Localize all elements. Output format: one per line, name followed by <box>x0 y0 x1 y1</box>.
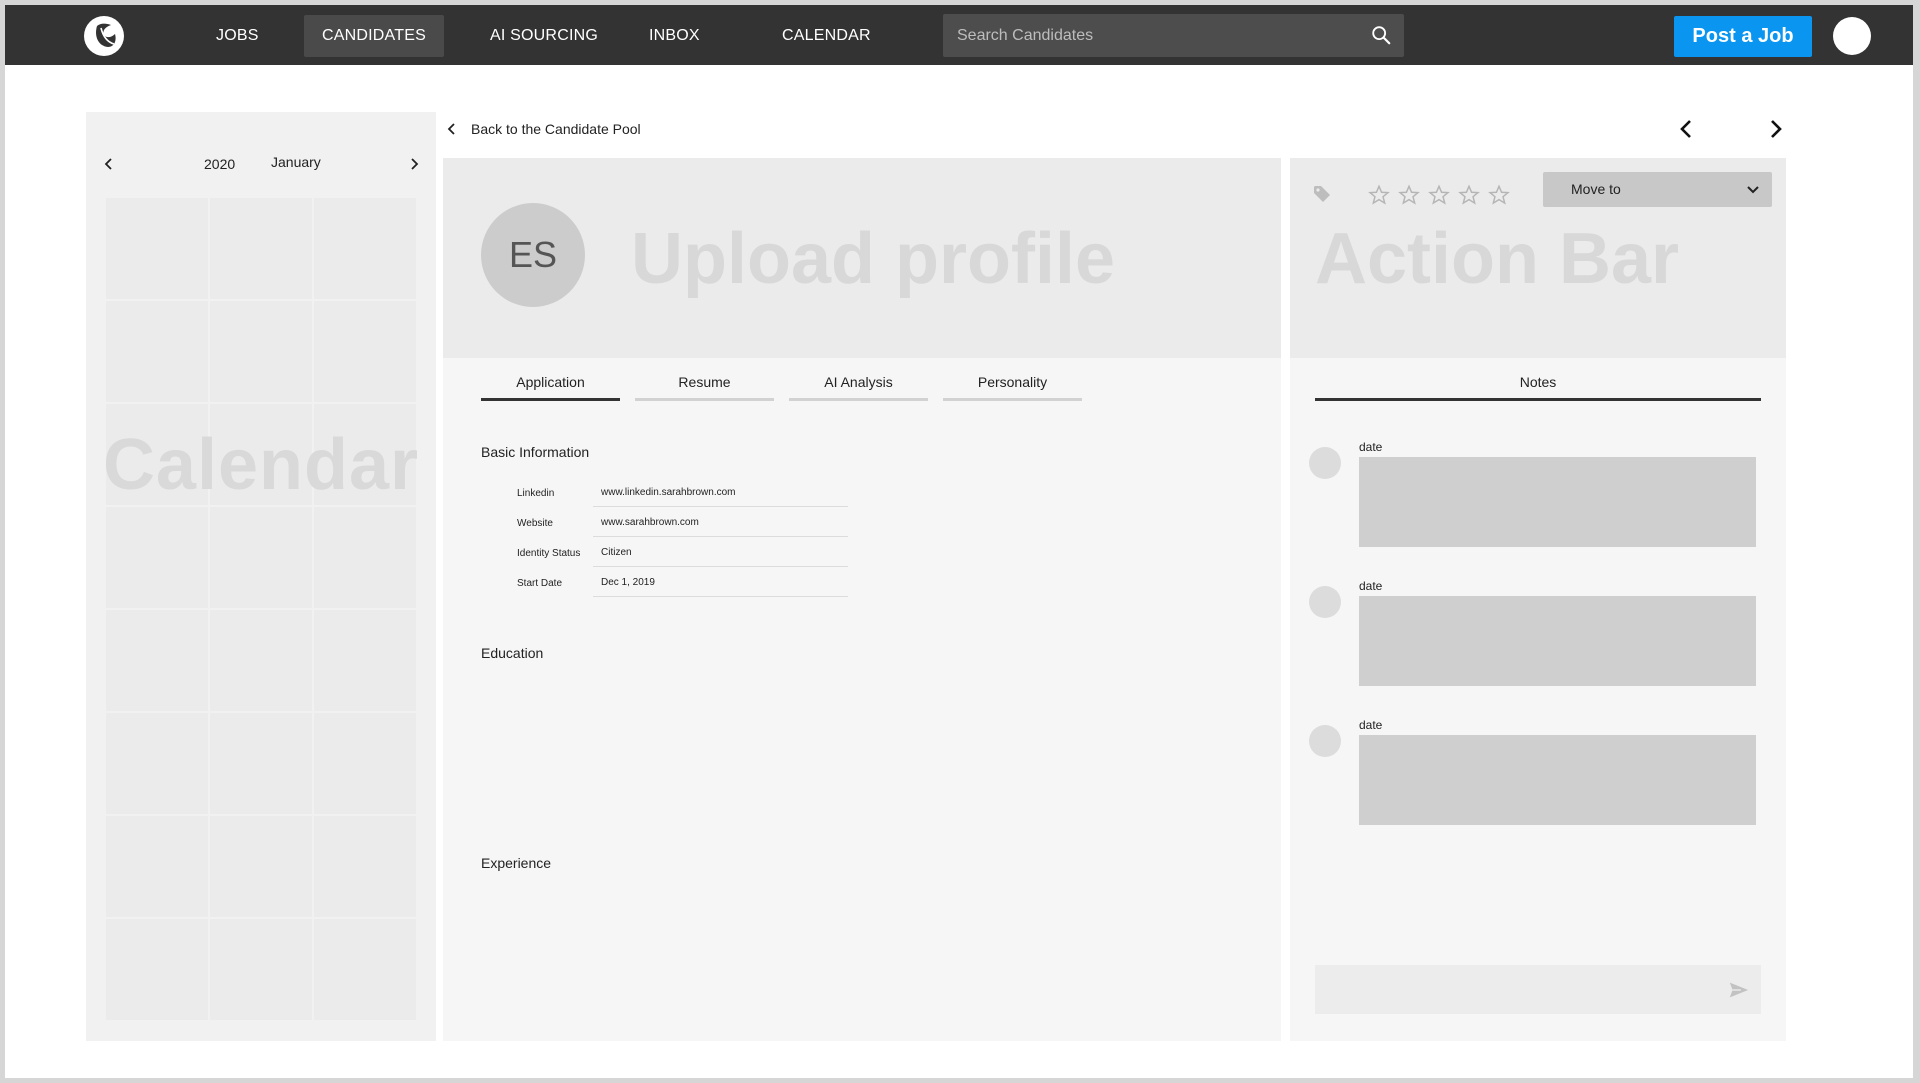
candidate-initials-avatar[interactable]: ES <box>481 203 585 307</box>
note-date: date <box>1359 440 1383 454</box>
calendar-cell[interactable] <box>210 301 312 402</box>
calendar-cell[interactable] <box>314 301 416 402</box>
app-frame: JOBS CANDIDATES AI SOURCING INBOX CALEND… <box>5 5 1913 1078</box>
tab-resume[interactable]: Resume <box>635 374 774 401</box>
calendar-cell[interactable] <box>106 198 208 299</box>
basic-information-heading: Basic Information <box>481 444 590 460</box>
calendar-cell[interactable] <box>314 713 416 814</box>
education-heading: Education <box>481 645 544 661</box>
calendar-prev-icon[interactable] <box>101 156 117 172</box>
top-nav: JOBS CANDIDATES AI SOURCING INBOX CALEND… <box>5 5 1913 65</box>
move-to-dropdown[interactable]: Move to <box>1543 172 1772 207</box>
note-date: date <box>1359 579 1383 593</box>
note-content[interactable] <box>1359 457 1756 547</box>
chevron-down-icon <box>1747 186 1759 194</box>
calendar-cell[interactable] <box>210 816 312 917</box>
website-value[interactable]: www.sarahbrown.com <box>593 517 848 537</box>
notes-panel: Notes date date date <box>1290 358 1786 1041</box>
back-to-pool-link[interactable]: Back to the Candidate Pool <box>445 119 641 139</box>
nav-candidates[interactable]: CANDIDATES <box>304 15 444 57</box>
nav-inbox[interactable]: INBOX <box>631 15 718 57</box>
info-row: Website www.sarahbrown.com <box>481 507 881 537</box>
linkedin-value[interactable]: www.linkedin.sarahbrown.com <box>593 487 848 507</box>
nav-ai-sourcing[interactable]: AI SOURCING <box>472 15 616 57</box>
search-input[interactable] <box>943 14 1343 57</box>
calendar-cell[interactable] <box>210 610 312 711</box>
calendar-cell[interactable] <box>106 610 208 711</box>
calendar-cell[interactable] <box>106 404 208 505</box>
calendar-cell[interactable] <box>106 301 208 402</box>
rating-stars <box>1368 184 1518 206</box>
tab-application[interactable]: Application <box>481 374 620 401</box>
info-label: Start Date <box>517 578 563 589</box>
user-avatar[interactable] <box>1833 17 1871 55</box>
star-icon[interactable] <box>1458 184 1480 206</box>
action-bar-header: Move to Action Bar <box>1290 158 1786 358</box>
calendar-next-icon[interactable] <box>406 156 422 172</box>
calendar-cell[interactable] <box>106 507 208 608</box>
send-icon[interactable] <box>1728 979 1750 1001</box>
profile-body: Application Resume AI Analysis Personali… <box>443 358 1281 1041</box>
previous-candidate-icon[interactable] <box>1675 117 1699 141</box>
start-date-value[interactable]: Dec 1, 2019 <box>593 577 848 597</box>
calendar-year: 2020 <box>204 156 236 172</box>
brand-logo[interactable] <box>84 16 124 56</box>
info-row: Identity Status Citizen <box>481 537 881 567</box>
calendar-cell[interactable] <box>106 816 208 917</box>
note-author-avatar <box>1309 586 1341 618</box>
chevron-left-icon <box>447 123 455 135</box>
move-to-label: Move to <box>1571 181 1621 197</box>
identity-status-value[interactable]: Citizen <box>593 547 848 567</box>
calendar-cell[interactable] <box>314 919 416 1020</box>
note-author-avatar <box>1309 447 1341 479</box>
calendar-cell[interactable] <box>314 816 416 917</box>
note-author-avatar <box>1309 725 1341 757</box>
calendar-cell[interactable] <box>106 713 208 814</box>
calendar-cell[interactable] <box>314 404 416 505</box>
calendar-cell[interactable] <box>314 507 416 608</box>
nav-jobs[interactable]: JOBS <box>198 15 277 57</box>
star-icon[interactable] <box>1368 184 1390 206</box>
calendar-panel: 2020 January Calendar <box>86 112 436 1041</box>
info-row: Linkedin www.linkedin.sarahbrown.com <box>481 477 881 507</box>
note-date: date <box>1359 718 1383 732</box>
info-row: Start Date Dec 1, 2019 <box>481 567 881 597</box>
calendar-cell[interactable] <box>210 919 312 1020</box>
post-job-button[interactable]: Post a Job <box>1674 16 1812 57</box>
basic-information-table: Linkedin www.linkedin.sarahbrown.com Web… <box>481 477 881 597</box>
star-icon[interactable] <box>1398 184 1420 206</box>
upload-profile-placeholder[interactable]: Upload profile <box>631 218 1115 300</box>
search-icon[interactable] <box>1370 24 1392 46</box>
star-icon[interactable] <box>1488 184 1510 206</box>
tab-personality[interactable]: Personality <box>943 374 1082 401</box>
calendar-grid <box>106 198 416 1020</box>
profile-header: ES Upload profile <box>443 158 1281 358</box>
calendar-cell[interactable] <box>314 198 416 299</box>
star-icon[interactable] <box>1428 184 1450 206</box>
calendar-month: January <box>271 154 321 170</box>
back-to-pool-label: Back to the Candidate Pool <box>471 121 641 137</box>
tab-ai-analysis[interactable]: AI Analysis <box>789 374 928 401</box>
calendar-cell[interactable] <box>106 919 208 1020</box>
action-bar-title: Action Bar <box>1315 219 1680 299</box>
note-content[interactable] <box>1359 735 1756 825</box>
calendar-cell[interactable] <box>210 713 312 814</box>
info-label: Website <box>517 518 553 529</box>
calendar-cell[interactable] <box>210 404 312 505</box>
note-input[interactable] <box>1315 965 1761 1014</box>
calendar-cell[interactable] <box>210 198 312 299</box>
tab-notes[interactable]: Notes <box>1315 374 1761 401</box>
calendar-cell[interactable] <box>314 610 416 711</box>
search-bar <box>943 14 1404 57</box>
leaf-logo-icon <box>96 23 116 47</box>
note-content[interactable] <box>1359 596 1756 686</box>
tag-icon[interactable] <box>1313 185 1331 203</box>
info-label: Linkedin <box>517 488 555 499</box>
calendar-cell[interactable] <box>210 507 312 608</box>
profile-tabs: Application Resume AI Analysis Personali… <box>481 374 1097 401</box>
next-candidate-icon[interactable] <box>1763 117 1787 141</box>
experience-heading: Experience <box>481 855 552 871</box>
info-label: Identity Status <box>517 548 581 559</box>
nav-calendar[interactable]: CALENDAR <box>764 15 889 57</box>
